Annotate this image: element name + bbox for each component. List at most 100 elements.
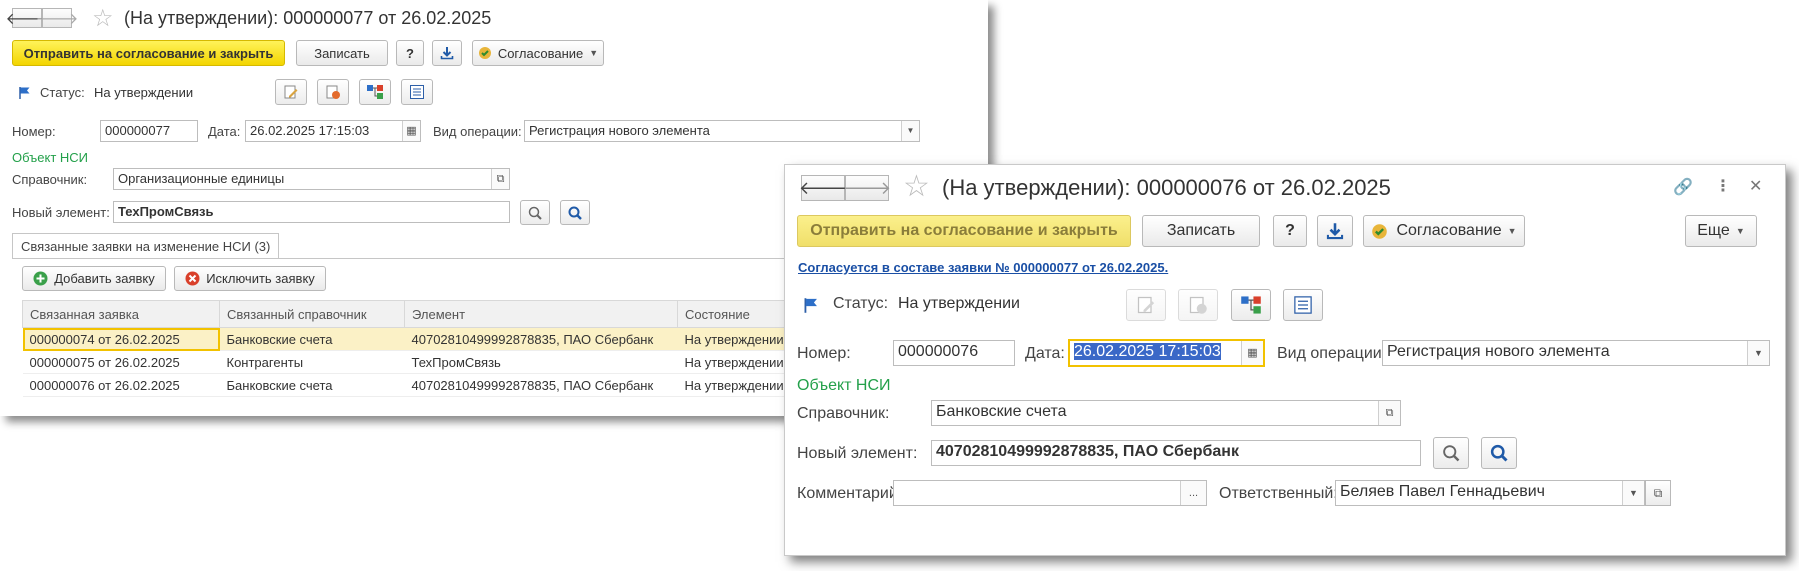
number-field[interactable]: 000000077: [100, 120, 198, 142]
forward-button[interactable]: 🡒: [36, 8, 78, 28]
structure-icon: [367, 85, 383, 99]
arrow-left-icon: 🡐: [798, 177, 848, 198]
directory-label: Справочник:: [12, 172, 88, 187]
operation-value: Регистрация нового элемента: [529, 123, 710, 138]
calendar-icon[interactable]: ▦: [1241, 341, 1263, 365]
help-button[interactable]: ?: [396, 40, 424, 66]
comment-expand-button[interactable]: ...: [1180, 481, 1206, 505]
exclude-request-button[interactable]: Исключить заявку: [174, 266, 326, 291]
directory-value: Банковские счета: [936, 403, 1067, 420]
list-icon: [1294, 296, 1312, 314]
forward-button[interactable]: 🡒: [842, 175, 892, 201]
download-button[interactable]: [432, 40, 462, 66]
window-title: (На утверждении): 000000076 от 26.02.202…: [942, 175, 1391, 200]
send-for-approval-button: Отправить на согласование и закрыть: [797, 215, 1131, 247]
window-title: (На утверждении): 000000077 от 26.02.202…: [124, 8, 492, 28]
column-header[interactable]: Связанный справочник: [219, 300, 405, 328]
parent-request-link[interactable]: Согласуется в составе заявки № 000000077…: [798, 260, 1168, 275]
date-label: Дата:: [208, 124, 241, 139]
search-button[interactable]: [1481, 437, 1517, 469]
table-cell[interactable]: Банковские счета: [219, 327, 405, 351]
close-icon[interactable]: ✕: [1749, 176, 1762, 196]
open-icon[interactable]: ⧉: [491, 169, 509, 189]
add-request-button[interactable]: Добавить заявку: [22, 266, 166, 291]
new-element-field[interactable]: 40702810499992878835, ПАО Сбербанк: [931, 440, 1421, 466]
table-cell[interactable]: Банковские счета: [219, 373, 405, 397]
plus-circle-icon: [33, 271, 48, 286]
list-button[interactable]: [1283, 289, 1323, 321]
date-field[interactable]: 26.02.2025 17:15:03 ▦: [245, 120, 421, 142]
operation-label: Вид операции:: [433, 124, 522, 139]
edit-button: [1126, 289, 1166, 321]
list-icon: [410, 85, 424, 99]
number-label: Номер:: [12, 124, 56, 139]
search-button[interactable]: [560, 200, 590, 225]
calendar-icon[interactable]: ▦: [402, 121, 420, 141]
document-cancel-icon: [1189, 296, 1207, 314]
flag-icon: [804, 298, 817, 313]
chevron-down-icon[interactable]: ▼: [901, 121, 919, 141]
structure-button[interactable]: [1231, 289, 1271, 321]
column-header[interactable]: Элемент: [404, 300, 678, 328]
download-button[interactable]: [1317, 215, 1353, 247]
arrow-right-icon: 🡒: [842, 177, 892, 198]
save-button[interactable]: Записать: [1142, 215, 1260, 247]
back-button[interactable]: 🡐: [798, 175, 848, 201]
download-icon: [440, 47, 454, 60]
more-vertical-icon[interactable]: ⋮: [1715, 176, 1731, 196]
responsible-field[interactable]: Беляев Павел Геннадьевич ▼: [1335, 480, 1645, 506]
remove-circle-icon: [185, 271, 200, 286]
approval-dropdown-button[interactable]: Согласование ▼: [1363, 215, 1525, 247]
directory-value: Организационные единицы: [118, 171, 285, 186]
table-cell[interactable]: 000000075 от 26.02.2025: [22, 350, 220, 374]
table-cell[interactable]: 000000076 от 26.02.2025: [22, 373, 220, 397]
save-button[interactable]: Записать: [296, 40, 388, 66]
chevron-down-icon: ▼: [589, 48, 599, 58]
table-cell[interactable]: Контрагенты: [219, 350, 405, 374]
date-field[interactable]: 26.02.2025 17:15:03 ▦: [1068, 339, 1265, 367]
table-cell[interactable]: 000000074 от 26.02.2025: [22, 327, 220, 351]
chevron-down-icon[interactable]: ▼: [1747, 341, 1769, 365]
operation-value: Регистрация нового элемента: [1387, 343, 1610, 360]
more-button[interactable]: Еще ▼: [1685, 215, 1757, 247]
nsi-object-heading: Объект НСИ: [797, 377, 891, 394]
find-in-list-button[interactable]: [1433, 437, 1469, 469]
favorite-star-icon[interactable]: ☆: [92, 4, 114, 33]
cancel-edit-button: [1178, 289, 1218, 321]
directory-field[interactable]: Банковские счета ⧉: [931, 400, 1401, 426]
structure-button[interactable]: [359, 79, 391, 105]
approval-dropdown-button[interactable]: Согласование ▼: [472, 40, 604, 66]
link-icon[interactable]: 🔗: [1673, 177, 1693, 197]
column-header[interactable]: Связанная заявка: [22, 300, 220, 328]
date-value: 26.02.2025 17:15:03: [1074, 343, 1221, 360]
number-label: Номер:: [797, 345, 851, 362]
status-label: Статус:: [833, 295, 889, 312]
favorite-star-icon[interactable]: ☆: [903, 169, 930, 204]
help-button[interactable]: ?: [1273, 215, 1307, 247]
status-value: На утверждении: [898, 295, 1020, 312]
edit-document-icon: [284, 85, 298, 99]
status-label: Статус:: [40, 85, 85, 100]
responsible-open-button[interactable]: ⧉: [1645, 480, 1671, 506]
cancel-edit-button[interactable]: [317, 79, 349, 105]
comment-field[interactable]: ...: [893, 480, 1207, 506]
operation-select[interactable]: Регистрация нового элемента ▼: [524, 120, 920, 142]
number-field[interactable]: 000000076: [893, 340, 1015, 366]
table-cell[interactable]: 40702810499992878835, ПАО Сбербанк: [404, 373, 678, 397]
chevron-down-icon[interactable]: ▼: [1622, 481, 1644, 505]
new-element-field[interactable]: ТехПромСвязь: [113, 201, 510, 223]
document-cancel-icon: [326, 85, 340, 99]
edit-button[interactable]: [275, 79, 307, 105]
structure-icon: [1241, 296, 1261, 314]
table-cell[interactable]: ТехПромСвязь: [404, 350, 678, 374]
tab-related-requests[interactable]: Связанные заявки на изменение НСИ (3): [12, 233, 280, 259]
operation-select[interactable]: Регистрация нового элемента ▼: [1382, 340, 1770, 366]
edit-document-icon: [1137, 296, 1155, 314]
directory-field[interactable]: Организационные единицы ⧉: [113, 168, 510, 190]
list-button[interactable]: [401, 79, 433, 105]
open-icon[interactable]: ⧉: [1378, 401, 1400, 425]
table-cell[interactable]: 40702810499992878835, ПАО Сбербанк: [404, 327, 678, 351]
send-for-approval-button[interactable]: Отправить на согласование и закрыть: [12, 40, 285, 66]
flag-icon: [19, 87, 30, 99]
find-in-list-button[interactable]: [520, 200, 550, 225]
